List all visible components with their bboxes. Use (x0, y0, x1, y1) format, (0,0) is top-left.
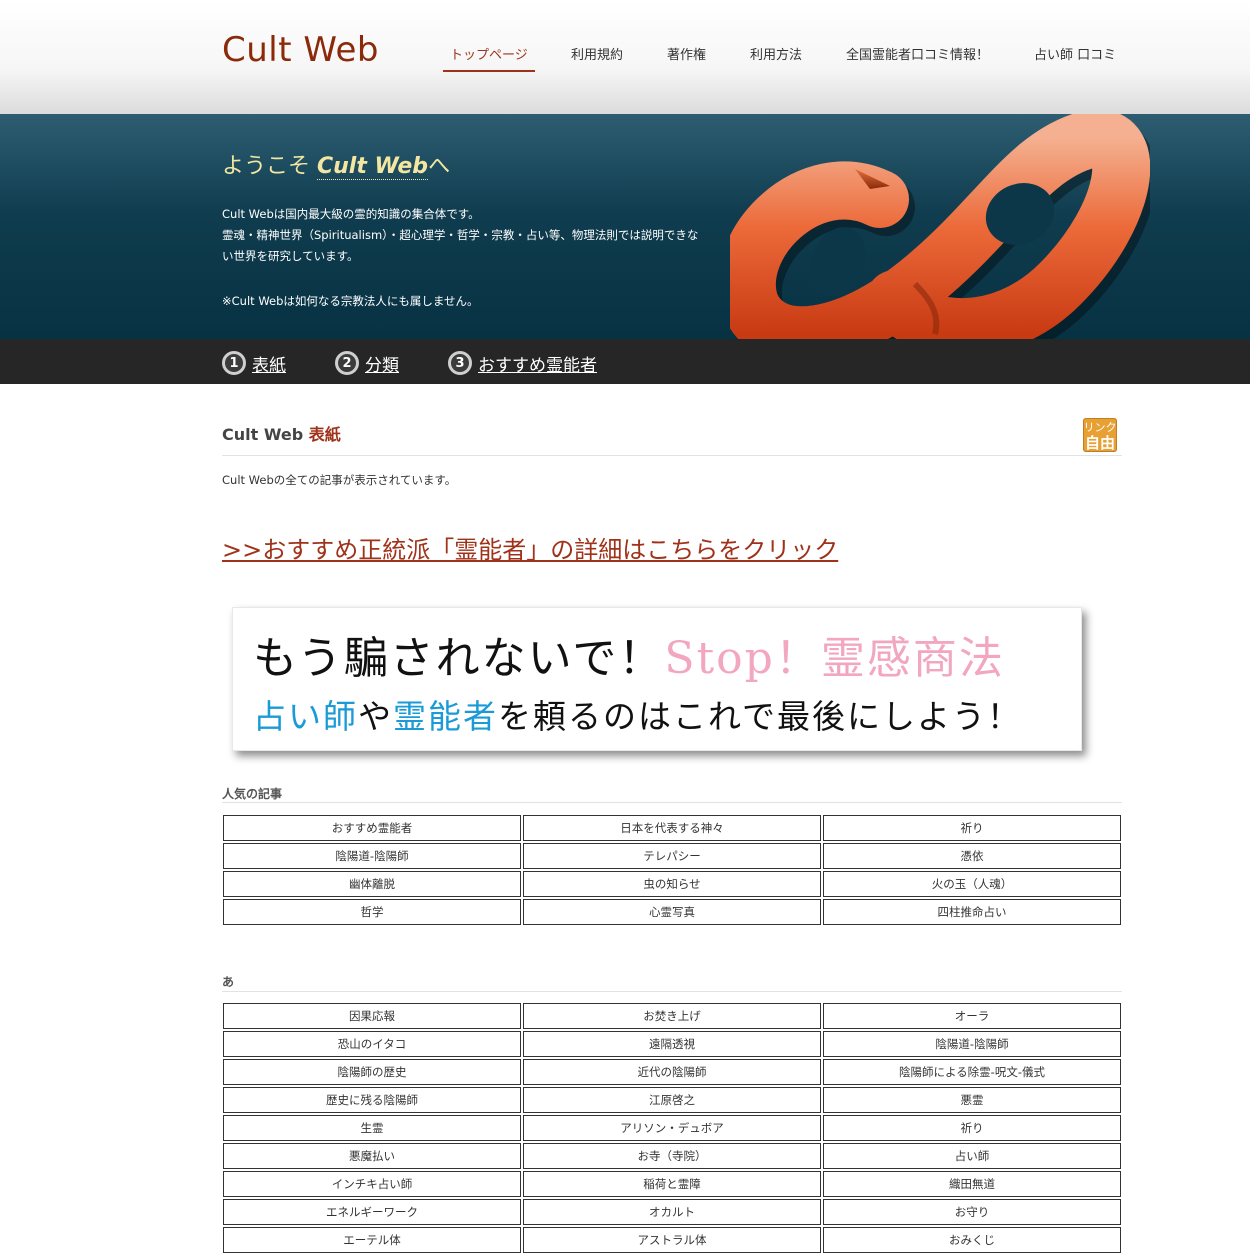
page-description: Cult Webの全ての記事が表示されています。 (222, 473, 457, 487)
nav-psychic-reviews[interactable]: 全国霊能者口コミ情報！ (846, 44, 989, 63)
a-section-article-link[interactable]: アストラル体 (523, 1227, 821, 1253)
hero-title-brand: Cult Web (317, 154, 429, 180)
a-section-article-link[interactable]: インチキ占い師 (223, 1171, 521, 1197)
a-section-article-link[interactable]: 陰陽師による除霊-呪文-儀式 (823, 1059, 1121, 1085)
hero-banner: ようこそ Cult Webへ Cult Webは国内最大級の霊的知識の集合体です… (0, 114, 1250, 339)
hero-description: Cult Webは国内最大級の霊的知識の集合体です。 霊魂・精神世界（Spiri… (222, 204, 707, 312)
a-section-article-link[interactable]: 稲荷と霊障 (523, 1171, 821, 1197)
nav-how-to-use[interactable]: 利用方法 (750, 44, 802, 63)
page-title-main: Cult Web (222, 425, 309, 444)
popular-article-link[interactable]: 幽体離脱 (223, 871, 521, 897)
step-navigation: 1 表紙 2 分類 3 おすすめ霊能者 (0, 339, 1250, 384)
title-divider (222, 455, 1122, 456)
step-label-categories[interactable]: 分類 (365, 351, 399, 376)
a-section-article-link[interactable]: オカルト (523, 1199, 821, 1225)
popular-divider (222, 802, 1122, 803)
hero-title: ようこそ Cult Webへ (222, 148, 450, 180)
a-section-article-link[interactable]: 歴史に残る陰陽師 (223, 1087, 521, 1113)
a-section-article-link[interactable]: 遠隔透視 (523, 1031, 821, 1057)
popular-article-link[interactable]: 四柱推命占い (823, 899, 1121, 925)
nav-top-page[interactable]: トップページ (450, 44, 528, 63)
popular-article-link[interactable]: 火の玉（人魂） (823, 871, 1121, 897)
banner-line2-black-1: や (358, 697, 393, 736)
link-free-badge: リンク 自由 (1083, 418, 1117, 452)
banner-line-2: 占い師や霊能者を頼るのはこれで最後にしよう！ (253, 690, 1022, 738)
popular-article-link[interactable]: 虫の知らせ (523, 871, 821, 897)
a-section-article-link[interactable]: 陰陽師の歴史 (223, 1059, 521, 1085)
page-title-accent: 表紙 (308, 425, 341, 444)
popular-article-link[interactable]: 哲学 (223, 899, 521, 925)
a-section-article-link[interactable]: 悪霊 (823, 1087, 1121, 1113)
banner-line2-blue-2: 霊能者 (393, 697, 498, 736)
a-section-article-link[interactable]: お守り (823, 1199, 1121, 1225)
step-label-cover[interactable]: 表紙 (252, 351, 286, 376)
a-section-article-link[interactable]: お焚き上げ (523, 1003, 821, 1029)
popular-article-link[interactable]: 日本を代表する神々 (523, 815, 821, 841)
nav-terms[interactable]: 利用規約 (571, 44, 623, 63)
main-nav: トップページ 利用規約 著作権 利用方法 全国霊能者口コミ情報！ 占い師 口コミ (0, 0, 1250, 114)
a-section-article-link[interactable]: エーテル体 (223, 1227, 521, 1253)
banner-line1-pink: Stop！霊感商法 (664, 633, 1005, 684)
a-section-article-link[interactable]: 祈り (823, 1115, 1121, 1141)
step-label-recommended[interactable]: おすすめ霊能者 (478, 351, 597, 376)
recommended-psychic-link[interactable]: >>おすすめ正統派「霊能者」の詳細はこちらをクリック (222, 530, 838, 565)
popular-article-link[interactable]: 祈り (823, 815, 1121, 841)
banner-line1-black: もう騙されないで！ (253, 633, 665, 684)
hero-title-prefix: ようこそ (222, 154, 317, 179)
a-section-article-link[interactable]: 生霊 (223, 1115, 521, 1141)
popular-article-link[interactable]: 陰陽道-陰陽師 (223, 843, 521, 869)
site-header: Cult Web トップページ 利用規約 著作権 利用方法 全国霊能者口コミ情報… (0, 0, 1250, 114)
banner-line-1: もう騙されないで！Stop！霊感商法 (253, 622, 1005, 686)
a-section-article-link[interactable]: 占い師 (823, 1143, 1121, 1169)
a-section-article-link[interactable]: 陰陽道-陰陽師 (823, 1031, 1121, 1057)
a-section-divider (222, 991, 1122, 992)
step-recommended-psychics[interactable]: 3 おすすめ霊能者 (448, 350, 597, 376)
banner-line2-blue-1: 占い師 (253, 697, 358, 736)
a-section-article-link[interactable]: 悪魔払い (223, 1143, 521, 1169)
a-section-article-link[interactable]: アリソン・デュボア (523, 1115, 821, 1141)
popular-articles-title: 人気の記事 (222, 787, 283, 801)
step-number-1: 1 (222, 351, 246, 375)
a-section-title: あ (222, 975, 235, 989)
step-number-2: 2 (335, 351, 359, 375)
popular-article-link[interactable]: 心霊写真 (523, 899, 821, 925)
a-section-article-link[interactable]: 江原啓之 (523, 1087, 821, 1113)
a-section-article-link[interactable]: オーラ (823, 1003, 1121, 1029)
popular-article-link[interactable]: おすすめ霊能者 (223, 815, 521, 841)
nav-copyright[interactable]: 著作権 (667, 44, 706, 63)
a-section-article-link[interactable]: 近代の陰陽師 (523, 1059, 821, 1085)
hero-line-1: Cult Webは国内最大級の霊的知識の集合体です。 (222, 207, 480, 221)
stop-spiritual-fraud-banner[interactable]: もう騙されないで！Stop！霊感商法 占い師や霊能者を頼るのはこれで最後にしよう… (232, 607, 1082, 751)
hero-line-2: 霊魂・精神世界（Spiritualism）・超心理学・哲学・宗教・占い等、物理法… (222, 228, 699, 263)
a-section-article-link[interactable]: 因果応報 (223, 1003, 521, 1029)
badge-line-2: 自由 (1084, 434, 1115, 452)
banner-line2-black-2: を頼るのはこれで最後にしよう！ (498, 697, 1023, 736)
a-section-article-link[interactable]: 恐山のイタコ (223, 1031, 521, 1057)
nav-active-indicator (443, 70, 535, 72)
a-section-article-link[interactable]: 織田無道 (823, 1171, 1121, 1197)
infinity-logo-icon (730, 114, 1150, 339)
hero-note: ※Cult Webは如何なる宗教法人にも属しません。 (222, 294, 479, 308)
page-title: Cult Web 表紙 (222, 421, 341, 445)
badge-line-1: リンク (1083, 421, 1117, 434)
step-number-3: 3 (448, 351, 472, 375)
a-section-article-link[interactable]: お寺（寺院） (523, 1143, 821, 1169)
step-cover[interactable]: 1 表紙 (222, 350, 286, 376)
popular-article-link[interactable]: テレパシー (523, 843, 821, 869)
hero-title-suffix: へ (428, 154, 451, 179)
nav-fortune-teller-reviews[interactable]: 占い師 口コミ (1034, 44, 1116, 63)
a-section-article-link[interactable]: エネルギーワーク (223, 1199, 521, 1225)
popular-article-link[interactable]: 憑依 (823, 843, 1121, 869)
step-categories[interactable]: 2 分類 (335, 350, 399, 376)
a-section-article-link[interactable]: おみくじ (823, 1227, 1121, 1253)
